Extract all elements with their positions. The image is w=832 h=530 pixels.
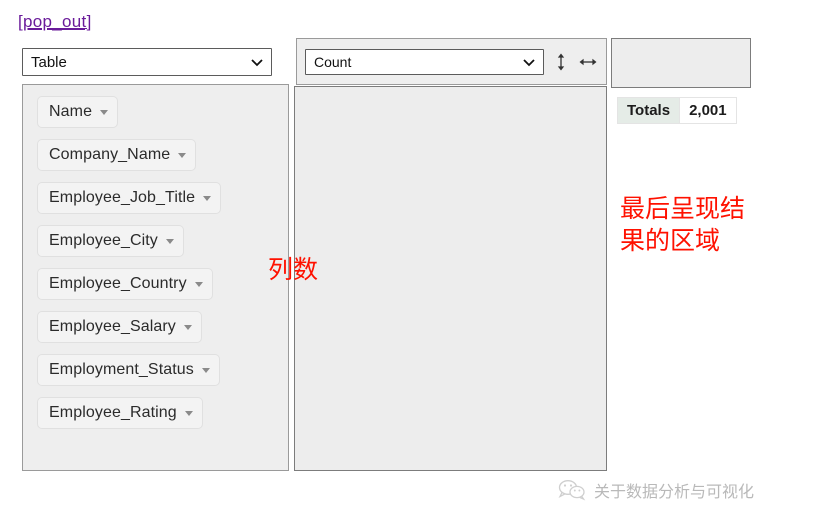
chart-type-select-wrapper: Table [22,48,272,76]
chart-type-value: Table [31,53,67,71]
pop-out-label: [pop_out] [18,12,92,31]
field-pill[interactable]: Company_Name [37,139,197,171]
field-list: Name Company_Name Employee_Job_Title Employ… [37,96,288,440]
columns-count-note: 列数 [268,255,319,284]
fields-panel: Name Company_Name Employee_Job_Title Employ… [22,84,289,471]
triangle-down-icon[interactable] [203,195,212,201]
result-area-note: 最后呈现结 果的区域 [620,194,746,255]
arrows-horizontal-icon[interactable] [578,52,598,72]
triangle-down-icon[interactable] [183,324,192,330]
result-toolbar-box [611,38,751,88]
chevron-down-icon [523,58,535,66]
triangle-down-icon[interactable] [194,281,203,287]
aggregate-toolbar: Count [296,38,607,85]
columns-drop-area[interactable] [294,86,607,471]
totals-value: 2,001 [679,97,737,124]
field-pill[interactable]: Employee_Rating [37,397,203,429]
table-row: Totals 2,001 [616,97,737,124]
chart-type-select[interactable]: Table [22,48,272,76]
field-pill[interactable]: Name [37,96,119,128]
triangle-down-icon[interactable] [184,410,193,416]
totals-table: Totals 2,001 [616,97,737,124]
triangle-down-icon[interactable] [201,367,210,373]
field-pill[interactable]: Employee_City [37,225,184,257]
arrows-vertical-icon[interactable] [553,52,569,72]
wechat-icon [558,480,586,501]
field-pill[interactable]: Employee_Job_Title [37,182,222,214]
triangle-down-icon[interactable] [100,109,109,115]
watermark-text: 关于数据分析与可视化 [594,482,755,501]
chevron-down-icon [251,59,263,67]
field-pill[interactable]: Employee_Country [37,268,213,300]
aggregate-value: Count [314,53,352,70]
watermark: 关于数据分析与可视化 [557,478,754,502]
pop-out-link[interactable]: [pop_out] [18,12,92,32]
field-pill[interactable]: Employment_Status [37,354,220,386]
totals-label: Totals [616,97,681,124]
field-pill[interactable]: Employee_Salary [37,311,202,343]
triangle-down-icon[interactable] [165,238,174,244]
triangle-down-icon[interactable] [178,152,187,158]
aggregate-select[interactable]: Count [305,48,544,75]
